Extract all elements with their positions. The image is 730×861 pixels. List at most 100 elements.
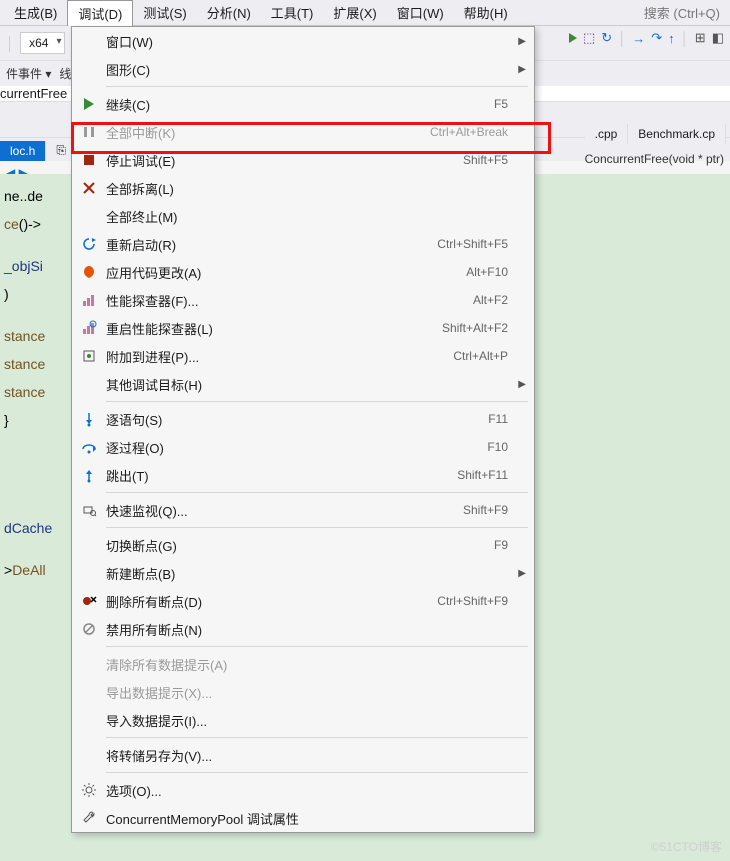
menu-analyze[interactable]: 分析(N) [197, 0, 261, 25]
tab-active[interactable]: loc.h [0, 141, 46, 161]
step-icon[interactable]: ↑ [668, 31, 675, 46]
step-icon[interactable]: ↷ [651, 30, 662, 46]
search-box[interactable]: 搜索 (Ctrl+Q) [644, 3, 730, 22]
submenu-arrow-icon: ▶ [518, 64, 526, 75]
menu-item[interactable]: 删除所有断点(D)Ctrl+Shift+F9 [72, 587, 534, 615]
menu-item-label: 逐过程(O) [106, 438, 487, 457]
breadcrumb-right: currentFree [0, 86, 67, 101]
menu-item: 导出数据提示(X)... [72, 678, 534, 706]
menu-item[interactable]: ConcurrentMemoryPool 调试属性 [72, 804, 534, 832]
separator-icon: │ [618, 31, 626, 46]
menu-separator [106, 527, 528, 528]
play-icon[interactable] [569, 33, 577, 43]
toolbar-icon[interactable]: ⊞ [695, 30, 706, 46]
menu-item[interactable]: 图形(C)▶ [72, 55, 534, 83]
menu-test[interactable]: 测试(S) [133, 0, 196, 25]
menu-item-shortcut: Shift+F5 [463, 153, 524, 167]
menu-build[interactable]: 生成(B) [4, 0, 67, 25]
menu-item-label: 附加到进程(P)... [106, 347, 453, 366]
menu-tools[interactable]: 工具(T) [261, 0, 324, 25]
events-dropdown[interactable]: 件事件 ▾ [6, 65, 51, 82]
menu-item-label: 重新启动(R) [106, 235, 437, 254]
menu-item-label: 逐语句(S) [106, 410, 488, 429]
menu-item-label: 全部中断(K) [106, 123, 430, 142]
menu-item-label: 窗口(W) [106, 32, 524, 51]
detach-icon [72, 180, 106, 196]
toolbar-right: ⬚ ↻ │ → ↷ ↑ │ ⊞ ◧ [569, 30, 724, 46]
stop-icon [72, 152, 106, 168]
watch-icon [72, 502, 106, 518]
menu-item[interactable]: 应用代码更改(A)Alt+F10 [72, 258, 534, 286]
menu-item-label: 快速监视(Q)... [106, 501, 463, 520]
menu-item-label: 导出数据提示(X)... [106, 683, 524, 702]
menu-item[interactable]: 切换断点(G)F9 [72, 531, 534, 559]
menu-item[interactable]: 窗口(W)▶ [72, 27, 534, 55]
menu-item[interactable]: 快速监视(Q)...Shift+F9 [72, 496, 534, 524]
platform-dropdown[interactable]: x64 [20, 32, 65, 54]
toolbar-icon[interactable]: ◧ [712, 30, 724, 46]
menu-window[interactable]: 窗口(W) [387, 0, 454, 25]
menu-extensions[interactable]: 扩展(X) [323, 0, 386, 25]
menu-item-label: 继续(C) [106, 95, 494, 114]
menu-item[interactable]: 重新启动(R)Ctrl+Shift+F5 [72, 230, 534, 258]
menu-separator [106, 401, 528, 402]
menu-item[interactable]: 新建断点(B)▶ [72, 559, 534, 587]
menu-debug[interactable]: 调试(D) [67, 0, 133, 26]
menu-item-shortcut: Shift+F9 [463, 503, 524, 517]
menu-item[interactable]: 全部拆离(L) [72, 174, 534, 202]
menu-item[interactable]: 附加到进程(P)...Ctrl+Alt+P [72, 342, 534, 370]
menu-item-label: 停止调试(E) [106, 151, 463, 170]
menu-item[interactable]: 禁用所有断点(N) [72, 615, 534, 643]
tab-cpp[interactable]: .cpp [585, 124, 629, 144]
separator-icon: │ [6, 36, 14, 51]
menu-item[interactable]: 选项(O)... [72, 776, 534, 804]
toolbar-icon[interactable]: ⬚ [583, 30, 595, 46]
menu-item[interactable]: 逐语句(S)F11 [72, 405, 534, 433]
perf2-icon [72, 320, 106, 336]
menu-separator [106, 86, 528, 87]
step-icon[interactable]: → [632, 31, 645, 46]
menu-item[interactable]: 性能探查器(F)...Alt+F2 [72, 286, 534, 314]
editor-tabs-right: .cpp Benchmark.cp [585, 124, 726, 144]
sub-breadcrumb-right[interactable]: ConcurrentFree(void * ptr) [585, 152, 724, 166]
gear-icon [72, 782, 106, 798]
menu-item[interactable]: 跳出(T)Shift+F11 [72, 461, 534, 489]
menu-item-shortcut: Ctrl+Alt+Break [430, 125, 524, 139]
menu-separator [106, 772, 528, 773]
stepinto-icon [72, 411, 106, 427]
menu-item[interactable]: 继续(C)F5 [72, 90, 534, 118]
menu-item[interactable]: 全部终止(M) [72, 202, 534, 230]
menu-item-shortcut: Alt+F10 [466, 265, 524, 279]
tab-bench[interactable]: Benchmark.cp [628, 124, 726, 144]
toolbar-icon[interactable]: ↻ [601, 30, 612, 46]
menu-separator [106, 646, 528, 647]
menu-item-label: 应用代码更改(A) [106, 263, 466, 282]
menu-item-label: 将转储另存为(V)... [106, 746, 524, 765]
play-icon [72, 96, 106, 112]
menu-item-shortcut: F10 [487, 440, 524, 454]
stepout-icon [72, 467, 106, 483]
menu-item-label: 图形(C) [106, 60, 524, 79]
menu-item-label: 重启性能探查器(L) [106, 319, 442, 338]
menu-item-shortcut: Alt+F2 [473, 293, 524, 307]
wrench-icon [72, 810, 106, 826]
menu-item[interactable]: 停止调试(E)Shift+F5 [72, 146, 534, 174]
menu-item-shortcut: Ctrl+Shift+F5 [437, 237, 524, 251]
watermark: ©51CTO博客 [651, 838, 722, 855]
pause-icon [72, 124, 106, 140]
menu-item[interactable]: 将转储另存为(V)... [72, 741, 534, 769]
menu-item-label: 全部终止(M) [106, 207, 524, 226]
menu-item-label: 切换断点(G) [106, 536, 494, 555]
menu-item[interactable]: 其他调试目标(H)▶ [72, 370, 534, 398]
menu-item: 全部中断(K)Ctrl+Alt+Break [72, 118, 534, 146]
menu-item[interactable]: 导入数据提示(I)... [72, 706, 534, 734]
menu-item[interactable]: 逐过程(O)F10 [72, 433, 534, 461]
menu-help[interactable]: 帮助(H) [454, 0, 518, 25]
menu-item-shortcut: F9 [494, 538, 524, 552]
menu-item-label: 清除所有数据提示(A) [106, 655, 524, 674]
menu-separator [106, 737, 528, 738]
menu-item-shortcut: Ctrl+Alt+P [453, 349, 524, 363]
menu-item-label: 禁用所有断点(N) [106, 620, 524, 639]
menu-item[interactable]: 重启性能探查器(L)Shift+Alt+F2 [72, 314, 534, 342]
thread-label[interactable]: 线 [59, 65, 71, 82]
